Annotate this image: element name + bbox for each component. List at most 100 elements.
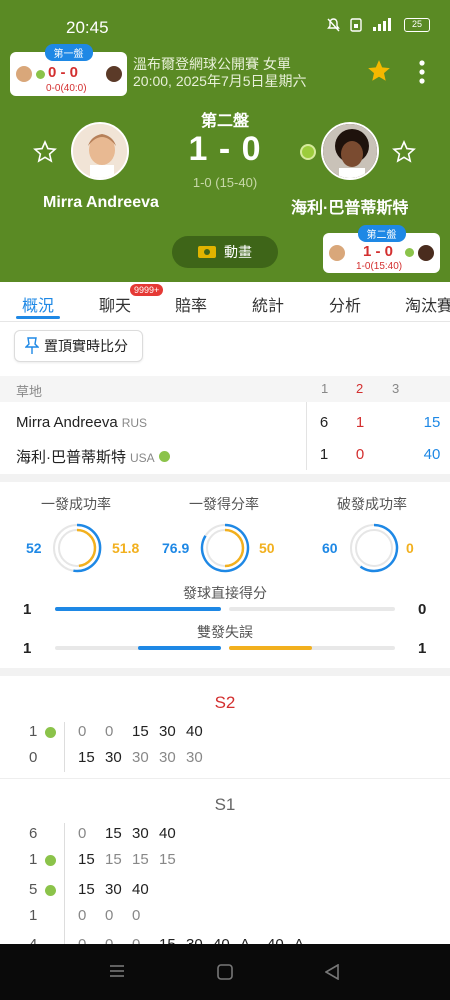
point: 30 (132, 749, 149, 766)
first-serve-won-label: 一發得分率 (189, 496, 259, 512)
home-set1: 6 (319, 414, 329, 431)
follow-player-star-icon[interactable] (33, 140, 57, 164)
status-icons: 25 (327, 18, 430, 32)
first-serve-won-home: 76.9 (162, 540, 190, 556)
pin-icon (25, 337, 39, 354)
first-serve-pct-donut (53, 523, 102, 573)
game-home-count: 1 (29, 723, 38, 740)
player-country: RUS (121, 416, 148, 430)
point: 0 (132, 907, 141, 924)
point: 30 (105, 881, 122, 898)
battery-icon: 25 (404, 18, 430, 32)
first-serve-won-away: 50 (259, 540, 275, 556)
pbp-divider (64, 722, 65, 772)
section-separator (0, 668, 450, 676)
match-datetime: 20:00, 2025年7月5日星期六 (133, 73, 307, 89)
home-set2: 1 (355, 414, 365, 431)
game-home-points: 15 30 40 (78, 881, 159, 898)
section-separator (0, 474, 450, 482)
system-nav-bar (0, 944, 450, 1000)
player-country: USA (130, 451, 155, 465)
point: 15 (159, 851, 176, 868)
point: 40 (132, 881, 149, 898)
point: 30 (159, 723, 176, 740)
active-tab-indicator (16, 316, 60, 319)
set-col-3: 3 (392, 381, 400, 396)
double-faults-home: 1 (23, 640, 32, 657)
point: 0 (105, 723, 114, 740)
player-name: 海利·巴普蒂斯特 (16, 449, 126, 466)
set-tag: 第二盤 (357, 225, 406, 242)
point: 40 (186, 723, 203, 740)
pin-label: 置頂實時比分 (44, 338, 128, 354)
double-faults-bar-away-fill (229, 646, 312, 650)
point: 30 (159, 749, 176, 766)
tab-analysis[interactable]: 分析 (329, 292, 361, 316)
away-player-name[interactable]: 海利·巴普蒂斯特 (291, 194, 408, 218)
mini-score-card-set1[interactable]: 第一盤 0 - 0 0-0(40:0) (10, 44, 127, 96)
player-avatar[interactable] (321, 122, 379, 180)
current-set-label: 第二盤 (200, 113, 249, 130)
surface-label: 草地 (16, 384, 43, 399)
player-avatar-small (106, 66, 122, 82)
tab-odds[interactable]: 賠率 (175, 292, 207, 316)
score-row-away-name[interactable]: 海利·巴普蒂斯特 USA (16, 446, 170, 467)
back-icon[interactable] (325, 964, 339, 980)
home-player-name[interactable]: Mirra Andreeva (43, 194, 159, 212)
mini-sub-score: 1-0(15:40) (356, 261, 403, 272)
set-2-title: S2 (214, 693, 236, 712)
set-tag: 第一盤 (44, 44, 93, 61)
game-home-count: 5 (29, 881, 38, 898)
animation-icon (198, 246, 216, 258)
point: 0 (105, 907, 114, 924)
serving-indicator-icon (45, 727, 56, 738)
player-avatar-small (329, 245, 345, 261)
score-row-home-name[interactable]: Mirra Andreeva RUS (16, 414, 147, 431)
player-avatar-small (418, 245, 434, 261)
home-icon[interactable] (217, 964, 233, 980)
tab-chat[interactable]: 聊天 (99, 292, 131, 316)
game-score: 1-0 (15-40) (192, 175, 258, 190)
more-menu-icon[interactable] (417, 60, 427, 84)
point: 30 (186, 749, 203, 766)
break-points-label: 破發成功率 (337, 496, 407, 512)
double-faults-label: 雙發失誤 (197, 624, 253, 640)
double-faults-away: 1 (418, 640, 427, 657)
tab-stats[interactable]: 統計 (252, 292, 284, 316)
player-name: Mirra Andreeva (16, 414, 118, 431)
tab-knockout[interactable]: 淘汰賽 (405, 292, 450, 316)
point: 30 (132, 825, 149, 842)
recent-apps-icon[interactable] (109, 964, 125, 978)
point: 15 (105, 851, 122, 868)
aces-bar-home-fill (55, 607, 221, 611)
set-col-1: 1 (321, 381, 329, 396)
break-points-home: 60 (322, 540, 338, 556)
mini-score-card-set2[interactable]: 第二盤 1 - 0 1-0(15:40) (323, 225, 440, 273)
pbp-divider (64, 823, 65, 944)
aces-label: 發球直接得分 (183, 585, 267, 601)
serving-indicator-icon (45, 885, 56, 896)
double-faults-bar-home-fill (138, 646, 221, 650)
mute-icon (327, 18, 340, 32)
favorite-star-icon[interactable] (366, 58, 392, 84)
game-away-count: 1 (29, 851, 38, 868)
point: 30 (105, 749, 122, 766)
sim-icon (350, 18, 362, 32)
aces-away: 0 (418, 601, 427, 618)
score-table-header: 草地 1 2 3 (0, 376, 450, 402)
tab-overview[interactable]: 概況 (22, 292, 54, 316)
player-avatar[interactable] (71, 122, 129, 180)
point: 40 (159, 825, 176, 842)
serving-indicator-icon (158, 450, 170, 462)
pin-live-score-button[interactable]: 置頂實時比分 (14, 330, 143, 362)
serving-indicator-icon (45, 855, 56, 866)
point: 15 (132, 723, 149, 740)
main-score: 1 - 0 (188, 130, 262, 168)
signal-icon (373, 18, 391, 31)
follow-player-star-icon[interactable] (392, 140, 416, 164)
chat-count-badge: 9999+ (130, 284, 164, 296)
point: 0 (78, 825, 87, 842)
animation-button[interactable]: 動畫 (172, 236, 278, 268)
game-home-count: 6 (29, 825, 38, 842)
aces-bar-away-track (229, 607, 395, 611)
